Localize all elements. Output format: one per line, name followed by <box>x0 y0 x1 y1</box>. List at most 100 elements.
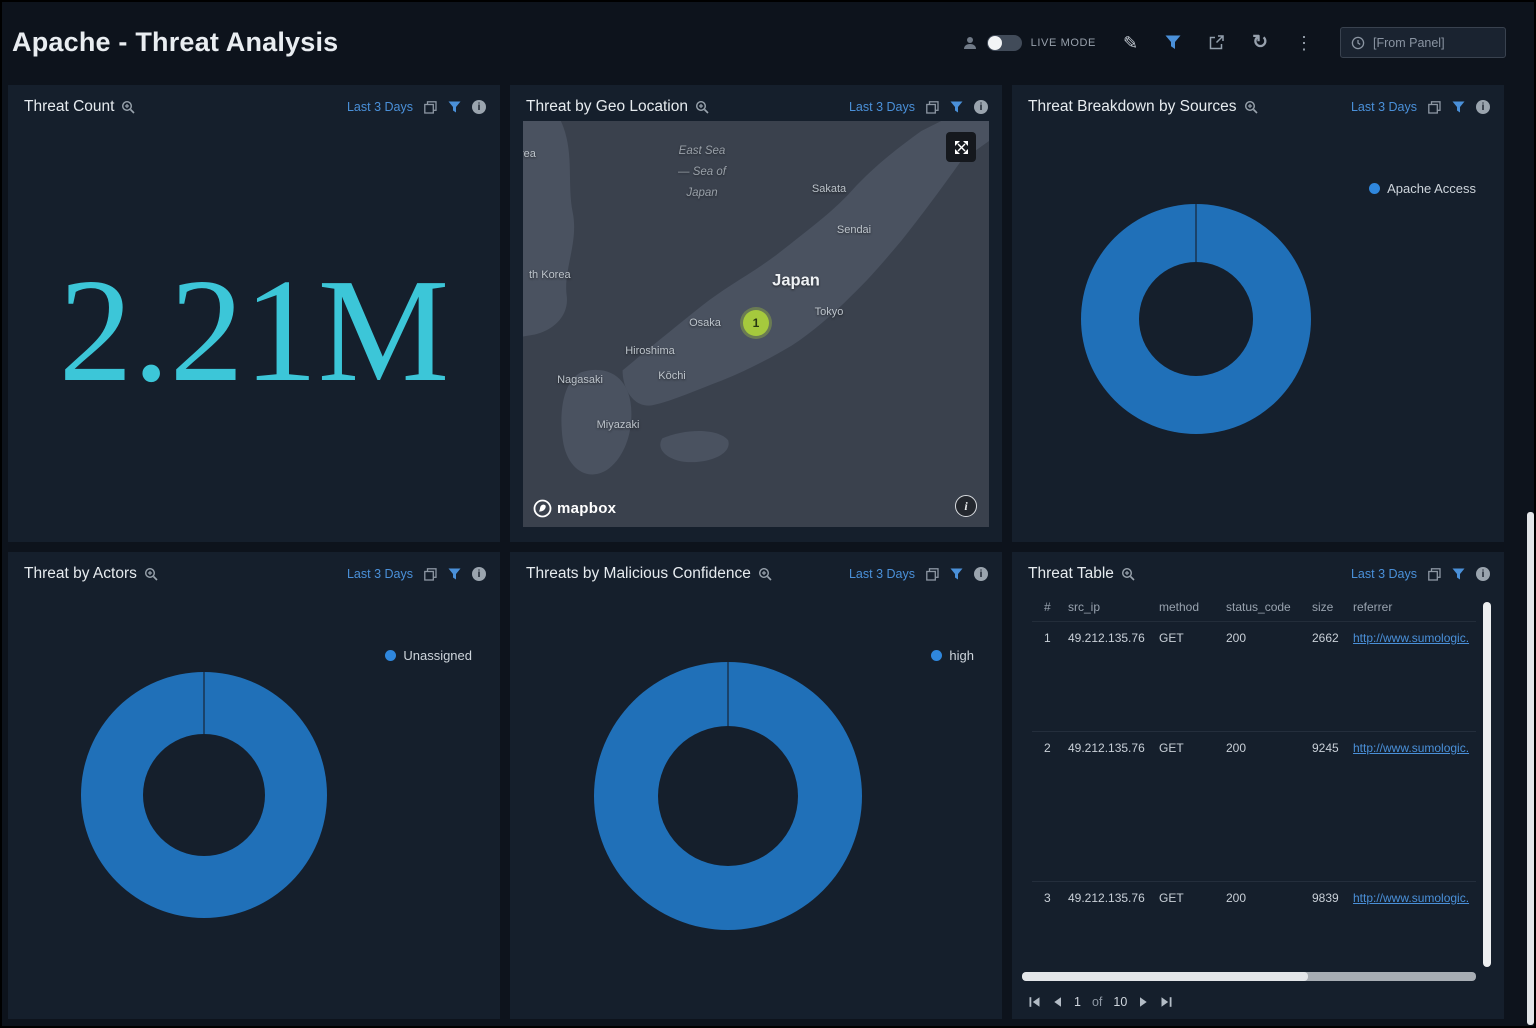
donut-hole <box>143 734 265 856</box>
legend-dot <box>931 650 942 661</box>
panel-time-range[interactable]: Last 3 Days <box>347 567 413 581</box>
map-label-kochi: Kōchi <box>658 370 686 382</box>
cell-referrer-link[interactable]: http://www.sumologic. <box>1353 622 1476 645</box>
cell-src-ip: 49.212.135.76 <box>1068 732 1159 755</box>
filter-icon[interactable] <box>448 101 461 113</box>
info-icon[interactable]: i <box>472 567 486 581</box>
table-vertical-scrollbar[interactable] <box>1483 602 1491 967</box>
filter-icon[interactable] <box>448 568 461 580</box>
cell-method: GET <box>1159 882 1226 905</box>
info-icon[interactable]: i <box>472 100 486 114</box>
col-header-size[interactable]: size <box>1312 600 1353 614</box>
panel-title: Threat Count <box>24 98 114 116</box>
table-horizontal-scrollbar[interactable] <box>1022 972 1476 981</box>
cell-src-ip: 49.212.135.76 <box>1068 882 1159 905</box>
share-icon[interactable] <box>1208 34 1225 51</box>
filter-icon[interactable] <box>950 101 963 113</box>
refresh-icon[interactable]: ↻ <box>1252 33 1268 52</box>
panel-time-range[interactable]: Last 3 Days <box>1351 567 1417 581</box>
map-label-tokyo: Tokyo <box>815 306 844 318</box>
threat-table: # src_ip method status_code size referre… <box>1032 594 1476 959</box>
copy-icon[interactable] <box>1428 101 1441 114</box>
table-row[interactable]: 1 49.212.135.76 GET 200 2662 http://www.… <box>1032 622 1476 732</box>
cell-src-ip: 49.212.135.76 <box>1068 622 1159 645</box>
panel-time-range[interactable]: Last 3 Days <box>347 100 413 114</box>
donut-chart[interactable] <box>594 662 862 930</box>
zoom-in-icon[interactable] <box>144 567 158 581</box>
zoom-in-icon[interactable] <box>695 100 709 114</box>
legend-label: high <box>949 648 974 663</box>
donut-chart[interactable] <box>81 672 327 918</box>
edit-icon[interactable]: ✎ <box>1123 34 1138 52</box>
chart-legend[interactable]: high <box>931 648 974 663</box>
prev-page-icon[interactable] <box>1052 996 1063 1008</box>
chart-legend[interactable]: Unassigned <box>385 648 472 663</box>
table-row[interactable]: 2 49.212.135.76 GET 200 9245 http://www.… <box>1032 732 1476 882</box>
map-label-sendai: Sendai <box>837 224 871 236</box>
col-header-method[interactable]: method <box>1159 600 1226 614</box>
col-header-referrer[interactable]: referrer <box>1353 600 1476 614</box>
cell-size: 9245 <box>1312 732 1353 755</box>
copy-icon[interactable] <box>424 568 437 581</box>
filter-icon[interactable] <box>1452 101 1465 113</box>
col-header-src-ip[interactable]: src_ip <box>1068 600 1159 614</box>
donut-chart[interactable] <box>1081 204 1311 434</box>
scrollbar-thumb[interactable] <box>1022 972 1308 981</box>
col-header-num[interactable]: # <box>1044 600 1068 614</box>
legend-dot <box>385 650 396 661</box>
expand-icon[interactable] <box>946 132 976 162</box>
legend-label: Apache Access <box>1387 181 1476 196</box>
map-canvas[interactable]: East Sea — Sea of Japan rea th Korea Sak… <box>523 121 989 527</box>
panel-time-range[interactable]: Last 3 Days <box>1351 100 1417 114</box>
map-label-sea: East Sea — Sea of Japan <box>654 141 750 204</box>
panel-time-range[interactable]: Last 3 Days <box>849 100 915 114</box>
donut-seam <box>727 662 729 726</box>
toggle-knob <box>988 36 1002 50</box>
copy-icon[interactable] <box>424 101 437 114</box>
info-icon[interactable]: i <box>974 100 988 114</box>
zoom-in-icon[interactable] <box>758 567 772 581</box>
cell-status-code: 200 <box>1226 622 1312 645</box>
time-range-input[interactable]: [From Panel] <box>1340 27 1506 58</box>
first-page-icon[interactable] <box>1028 996 1041 1008</box>
copy-icon[interactable] <box>926 568 939 581</box>
filter-icon[interactable] <box>1165 35 1181 50</box>
table-row[interactable]: 3 49.212.135.76 GET 200 9839 http://www.… <box>1032 882 1476 959</box>
zoom-in-icon[interactable] <box>121 100 135 114</box>
col-header-status-code[interactable]: status_code <box>1226 600 1312 614</box>
topbar: Apache - Threat Analysis LIVE MODE ✎ ↻ ⋮… <box>0 0 1536 85</box>
info-icon[interactable]: i <box>1476 567 1490 581</box>
page-scrollbar[interactable] <box>1527 512 1534 1025</box>
map-cluster-marker[interactable]: 1 <box>743 310 769 336</box>
filter-icon[interactable] <box>950 568 963 580</box>
current-page[interactable]: 1 <box>1074 995 1081 1009</box>
cell-status-code: 200 <box>1226 882 1312 905</box>
map-label-osaka: Osaka <box>689 317 721 329</box>
table-header-row: # src_ip method status_code size referre… <box>1032 594 1476 622</box>
chart-legend[interactable]: Apache Access <box>1369 181 1476 196</box>
last-page-icon[interactable] <box>1160 996 1173 1008</box>
info-icon[interactable]: i <box>974 567 988 581</box>
map-label-sea-line2: — Sea of <box>654 162 750 183</box>
filter-icon[interactable] <box>1452 568 1465 580</box>
next-page-icon[interactable] <box>1138 996 1149 1008</box>
copy-icon[interactable] <box>926 101 939 114</box>
cell-referrer-link[interactable]: http://www.sumologic. <box>1353 882 1476 905</box>
threat-count-value: 2.21M <box>8 119 500 542</box>
zoom-in-icon[interactable] <box>1244 100 1258 114</box>
cell-num: 3 <box>1044 882 1068 905</box>
mapbox-logo[interactable]: mapbox <box>533 499 616 518</box>
page-of-label: of <box>1092 995 1102 1009</box>
panel-time-range[interactable]: Last 3 Days <box>849 567 915 581</box>
zoom-in-icon[interactable] <box>1121 567 1135 581</box>
donut-seam <box>1195 204 1197 262</box>
copy-icon[interactable] <box>1428 568 1441 581</box>
live-mode-toggle[interactable] <box>987 35 1022 51</box>
panel-header: Threat Table Last 3 Days i <box>1012 552 1504 586</box>
cell-method: GET <box>1159 622 1226 645</box>
panel-title: Threat Table <box>1028 565 1114 583</box>
info-icon[interactable]: i <box>1476 100 1490 114</box>
cell-referrer-link[interactable]: http://www.sumologic. <box>1353 732 1476 755</box>
map-attribution-info-icon[interactable]: i <box>955 495 977 517</box>
kebab-menu-icon[interactable]: ⋮ <box>1295 34 1313 52</box>
